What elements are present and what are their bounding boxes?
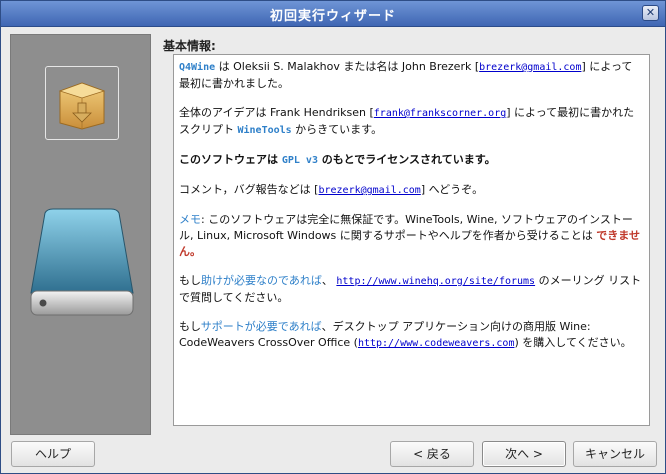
info-text-area[interactable]: Q4Wine は Oleksii S. Malakhov または名は John … xyxy=(173,54,650,426)
memo-label: メモ xyxy=(179,213,201,226)
author-email-link[interactable]: brezerk@gmail.com xyxy=(479,62,581,73)
info-paragraph-idea: 全体のアイデアは Frank Hendriksen [frank@franksc… xyxy=(179,106,635,136)
need-support-label: サポートが必要であれば xyxy=(200,320,322,333)
need-help-label: 助けが必要なのであれば xyxy=(201,274,322,287)
close-icon: ✕ xyxy=(645,6,656,19)
help-button[interactable]: ヘルプ xyxy=(11,441,95,467)
section-heading: 基本情報: xyxy=(163,39,216,53)
wizard-window: 初回実行ウィザード ✕ 基本情報: Q4Wine は Oleksii S. Ma… xyxy=(0,0,666,474)
window-title: 初回実行ウィザード xyxy=(269,9,396,24)
info-paragraph-author: Q4Wine は Oleksii S. Malakhov または名は John … xyxy=(179,60,633,90)
info-content: Q4Wine は Oleksii S. Malakhov または名は John … xyxy=(179,59,643,365)
package-icon-frame xyxy=(45,66,119,140)
winetools-name: WineTools xyxy=(237,125,292,136)
gpl-label: GPL v3 xyxy=(281,155,318,166)
next-button[interactable]: 次へ > xyxy=(482,441,566,467)
close-button[interactable]: ✕ xyxy=(642,5,659,21)
info-paragraph-support: もしサポートが必要であれば、デスクトップ アプリケーション向けの商用版 Wine… xyxy=(179,320,632,349)
codeweavers-link[interactable]: http://www.codeweavers.com xyxy=(358,338,515,349)
contact-email-link[interactable]: brezerk@gmail.com xyxy=(318,185,420,196)
info-paragraph-license: このソフトウェアは GPL v3 のもとでライセンスされています。 xyxy=(179,153,496,166)
info-paragraph-contact: コメント，バグ報告などは [brezerk@gmail.com] へどうぞ。 xyxy=(179,183,484,196)
frank-email-link[interactable]: frank@frankscorner.org xyxy=(374,108,506,119)
wizard-side-panel xyxy=(10,34,151,435)
package-icon xyxy=(58,82,106,130)
back-button[interactable]: < 戻る xyxy=(390,441,474,467)
cancel-button[interactable]: キャンセル xyxy=(573,441,657,467)
forums-link[interactable]: http://www.winehq.org/site/forums xyxy=(336,276,535,287)
q4wine-name: Q4Wine xyxy=(179,62,216,73)
info-paragraph-help: もし助けが必要なのであれば、 http://www.winehq.org/sit… xyxy=(179,274,642,304)
info-paragraph-memo: メモ: このソフトウェアは完全に無保証です。WineTools, Wine, ソ… xyxy=(179,213,640,258)
title-bar: 初回実行ウィザード ✕ xyxy=(1,1,665,27)
hard-drive-icon xyxy=(30,208,134,316)
